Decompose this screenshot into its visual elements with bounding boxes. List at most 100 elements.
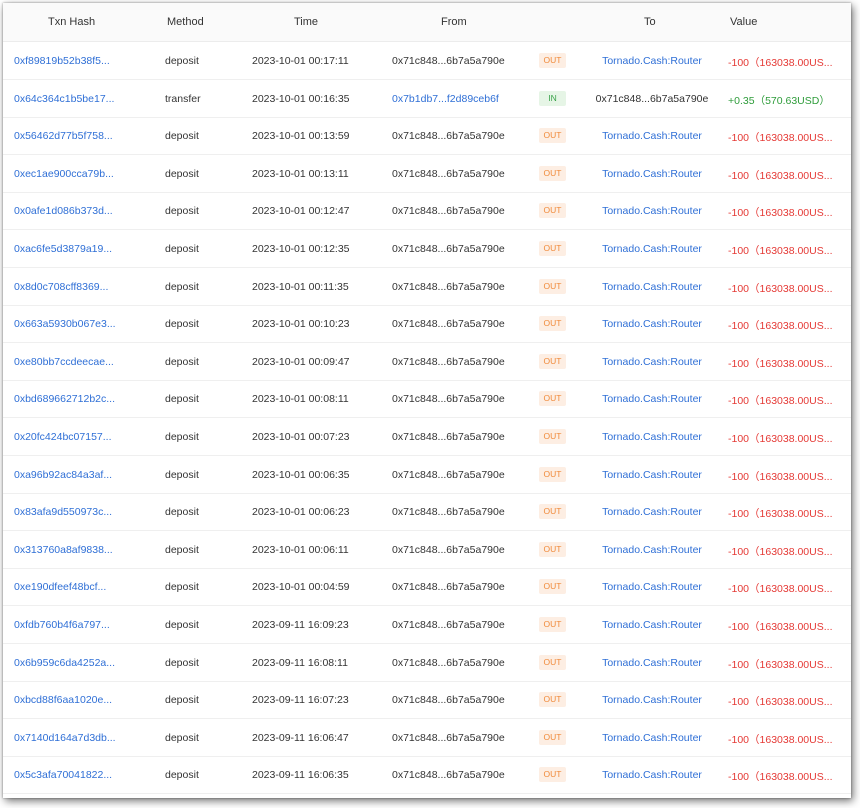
method-cell: deposit — [165, 167, 199, 180]
value-cell: -100（163038.00US... — [728, 733, 833, 746]
table-row: 0x5c3afa70041822... deposit 2023-09-11 16:… — [3, 756, 851, 795]
txn-hash-link[interactable]: 0xac6fe5d3879a19... — [14, 243, 139, 255]
to-address[interactable]: Tornado.Cash:Router — [587, 205, 717, 217]
to-address[interactable]: Tornado.Cash:Router — [587, 55, 717, 67]
time-cell: 2023-10-01 00:11:35 — [252, 280, 349, 293]
direction-badge: OUT — [539, 541, 566, 557]
table-row: 0x663a5930b067e3... deposit 2023-10-01 00:… — [3, 305, 851, 344]
txn-hash-link[interactable]: 0xec1ae900cca79b... — [14, 168, 139, 180]
to-address[interactable]: Tornado.Cash:Router — [587, 281, 717, 293]
direction-badge: OUT — [539, 165, 566, 181]
to-address[interactable]: Tornado.Cash:Router — [587, 393, 717, 405]
from-address: 0x71c848...6b7a5a790e — [392, 393, 505, 406]
to-address[interactable]: Tornado.Cash:Router — [587, 356, 717, 368]
txn-hash-link[interactable]: 0x8d0c708cff8369... — [14, 281, 139, 293]
from-address: 0x71c848...6b7a5a790e — [392, 205, 505, 218]
txn-hash-link[interactable]: 0x6b959c6da4252a... — [14, 657, 139, 669]
method-cell: deposit — [165, 619, 199, 631]
txn-hash-link[interactable]: 0xe80bb7ccdeecae... — [14, 356, 139, 368]
method-cell: deposit — [165, 130, 199, 143]
header-method: Method — [167, 16, 204, 28]
from-address: 0x71c848...6b7a5a790e — [392, 543, 505, 556]
time-cell: 2023-10-01 00:06:23 — [252, 506, 350, 519]
time-cell: 2023-10-01 00:09:47 — [252, 355, 350, 368]
from-address: 0x71c848...6b7a5a790e — [392, 431, 505, 443]
value-cell: -100（163038.00US... — [728, 508, 833, 521]
time-cell: 2023-10-01 00:04:59 — [252, 581, 350, 594]
value-cell: -100（163038.00US... — [728, 357, 833, 370]
to-address[interactable]: Tornado.Cash:Router — [587, 506, 717, 518]
txn-hash-link[interactable]: 0xe190dfeef48bcf... — [14, 581, 139, 593]
from-address[interactable]: 0x7b1db7...f2d89ceb6f — [392, 93, 532, 105]
table-row: 0x56462d77b5f758... deposit 2023-10-01 00:… — [3, 117, 851, 156]
direction-badge: OUT — [539, 729, 566, 745]
method-cell: deposit — [165, 280, 199, 293]
table-row: 0x8d0c708cff8369... deposit 2023-10-01 00:… — [3, 268, 851, 306]
table-row: 0x313760a8af9838... deposit 2023-10-01 00:… — [3, 531, 851, 569]
to-address[interactable]: Tornado.Cash:Router — [587, 130, 717, 142]
txn-hash-link[interactable]: 0xa96b92ac84a3af... — [14, 469, 139, 481]
method-cell: deposit — [165, 205, 199, 218]
value-cell: -100（163038.00US... — [728, 583, 833, 596]
txn-hash-link[interactable]: 0xf89819b52b38f5... — [14, 55, 139, 67]
direction-badge: OUT — [539, 466, 566, 482]
txn-hash-link[interactable]: 0xbcd88f6aa1020e... — [14, 694, 139, 706]
header-time: Time — [294, 16, 319, 28]
to-address[interactable]: Tornado.Cash:Router — [587, 581, 717, 593]
txn-hash-link[interactable]: 0x20fc424bc07157... — [14, 431, 139, 443]
value-cell: -100（163038.00US... — [728, 545, 833, 558]
to-address[interactable]: Tornado.Cash:Router — [587, 168, 717, 180]
table-header: Txn Hash Method Time From To Value — [3, 3, 851, 42]
method-cell: transfer — [165, 92, 201, 105]
table-row: 0xec1ae900cca79b... deposit 2023-10-01 00:… — [3, 155, 851, 193]
direction-badge: OUT — [539, 241, 566, 256]
to-address[interactable]: Tornado.Cash:Router — [587, 318, 717, 330]
from-address: 0x71c848...6b7a5a790e — [392, 130, 505, 143]
table-row: 0xfdb760b4f6a797... deposit 2023-09-11 16:… — [3, 606, 851, 644]
from-address: 0x71c848...6b7a5a790e — [392, 318, 505, 331]
to-address[interactable]: Tornado.Cash:Router — [587, 732, 717, 744]
to-address[interactable]: Tornado.Cash:Router — [587, 657, 717, 669]
txn-hash-link[interactable]: 0x313760a8af9838... — [14, 544, 139, 556]
txn-hash-link[interactable]: 0x56462d77b5f758... — [14, 130, 139, 142]
table-row: 0x0afe1d086b373d... deposit 2023-10-01 00:… — [3, 192, 851, 231]
header-to: To — [644, 16, 656, 28]
time-cell: 2023-09-11 16:06:47 — [252, 731, 349, 744]
direction-badge: OUT — [539, 692, 566, 708]
table-row: 0x7140d164a7d3db... deposit 2023-09-11 16:… — [3, 719, 851, 757]
txn-hash-link[interactable]: 0xbd689662712b2c... — [14, 393, 139, 405]
from-address: 0x71c848...6b7a5a790e — [392, 55, 505, 67]
txn-hash-link[interactable]: 0x663a5930b067e3... — [14, 318, 139, 330]
txn-hash-link[interactable]: 0x5c3afa70041822... — [14, 769, 139, 781]
to-address[interactable]: Tornado.Cash:Router — [587, 619, 717, 631]
value-cell: -100（163038.00US... — [728, 433, 833, 445]
value-cell: -100（163038.00US... — [728, 658, 833, 671]
time-cell: 2023-10-01 00:12:35 — [252, 243, 350, 255]
value-cell: +0.35（570.63USD） — [728, 94, 830, 107]
from-address: 0x71c848...6b7a5a790e — [392, 280, 505, 293]
time-cell: 2023-10-01 00:16:35 — [252, 92, 350, 105]
from-address: 0x71c848...6b7a5a790e — [392, 731, 505, 744]
txn-hash-link[interactable]: 0x7140d164a7d3db... — [14, 732, 139, 744]
direction-badge: OUT — [539, 316, 566, 332]
value-cell: -100（163038.00US... — [728, 395, 833, 408]
method-cell: deposit — [165, 355, 199, 368]
time-cell: 2023-10-01 00:08:11 — [252, 393, 349, 406]
direction-badge: OUT — [539, 579, 566, 595]
header-txn-hash: Txn Hash — [48, 16, 96, 28]
txn-hash-link[interactable]: 0x83afa9d550973c... — [14, 506, 139, 518]
value-cell: -100（163038.00US... — [728, 57, 833, 69]
to-address[interactable]: Tornado.Cash:Router — [587, 544, 717, 556]
direction-badge: OUT — [539, 617, 566, 632]
txn-hash-link[interactable]: 0x0afe1d086b373d... — [14, 205, 139, 217]
method-cell: deposit — [165, 431, 199, 443]
to-address[interactable]: Tornado.Cash:Router — [587, 469, 717, 481]
to-address[interactable]: Tornado.Cash:Router — [587, 769, 717, 781]
to-address[interactable]: Tornado.Cash:Router — [587, 694, 717, 706]
txn-hash-link[interactable]: 0x64c364c1b5be17... — [14, 93, 139, 105]
time-cell: 2023-10-01 00:10:23 — [252, 318, 350, 331]
to-address[interactable]: Tornado.Cash:Router — [587, 243, 717, 255]
table-row: 0xe190dfeef48bcf... deposit 2023-10-01 00:… — [3, 568, 851, 607]
to-address[interactable]: Tornado.Cash:Router — [587, 431, 717, 443]
txn-hash-link[interactable]: 0xfdb760b4f6a797... — [14, 619, 139, 631]
